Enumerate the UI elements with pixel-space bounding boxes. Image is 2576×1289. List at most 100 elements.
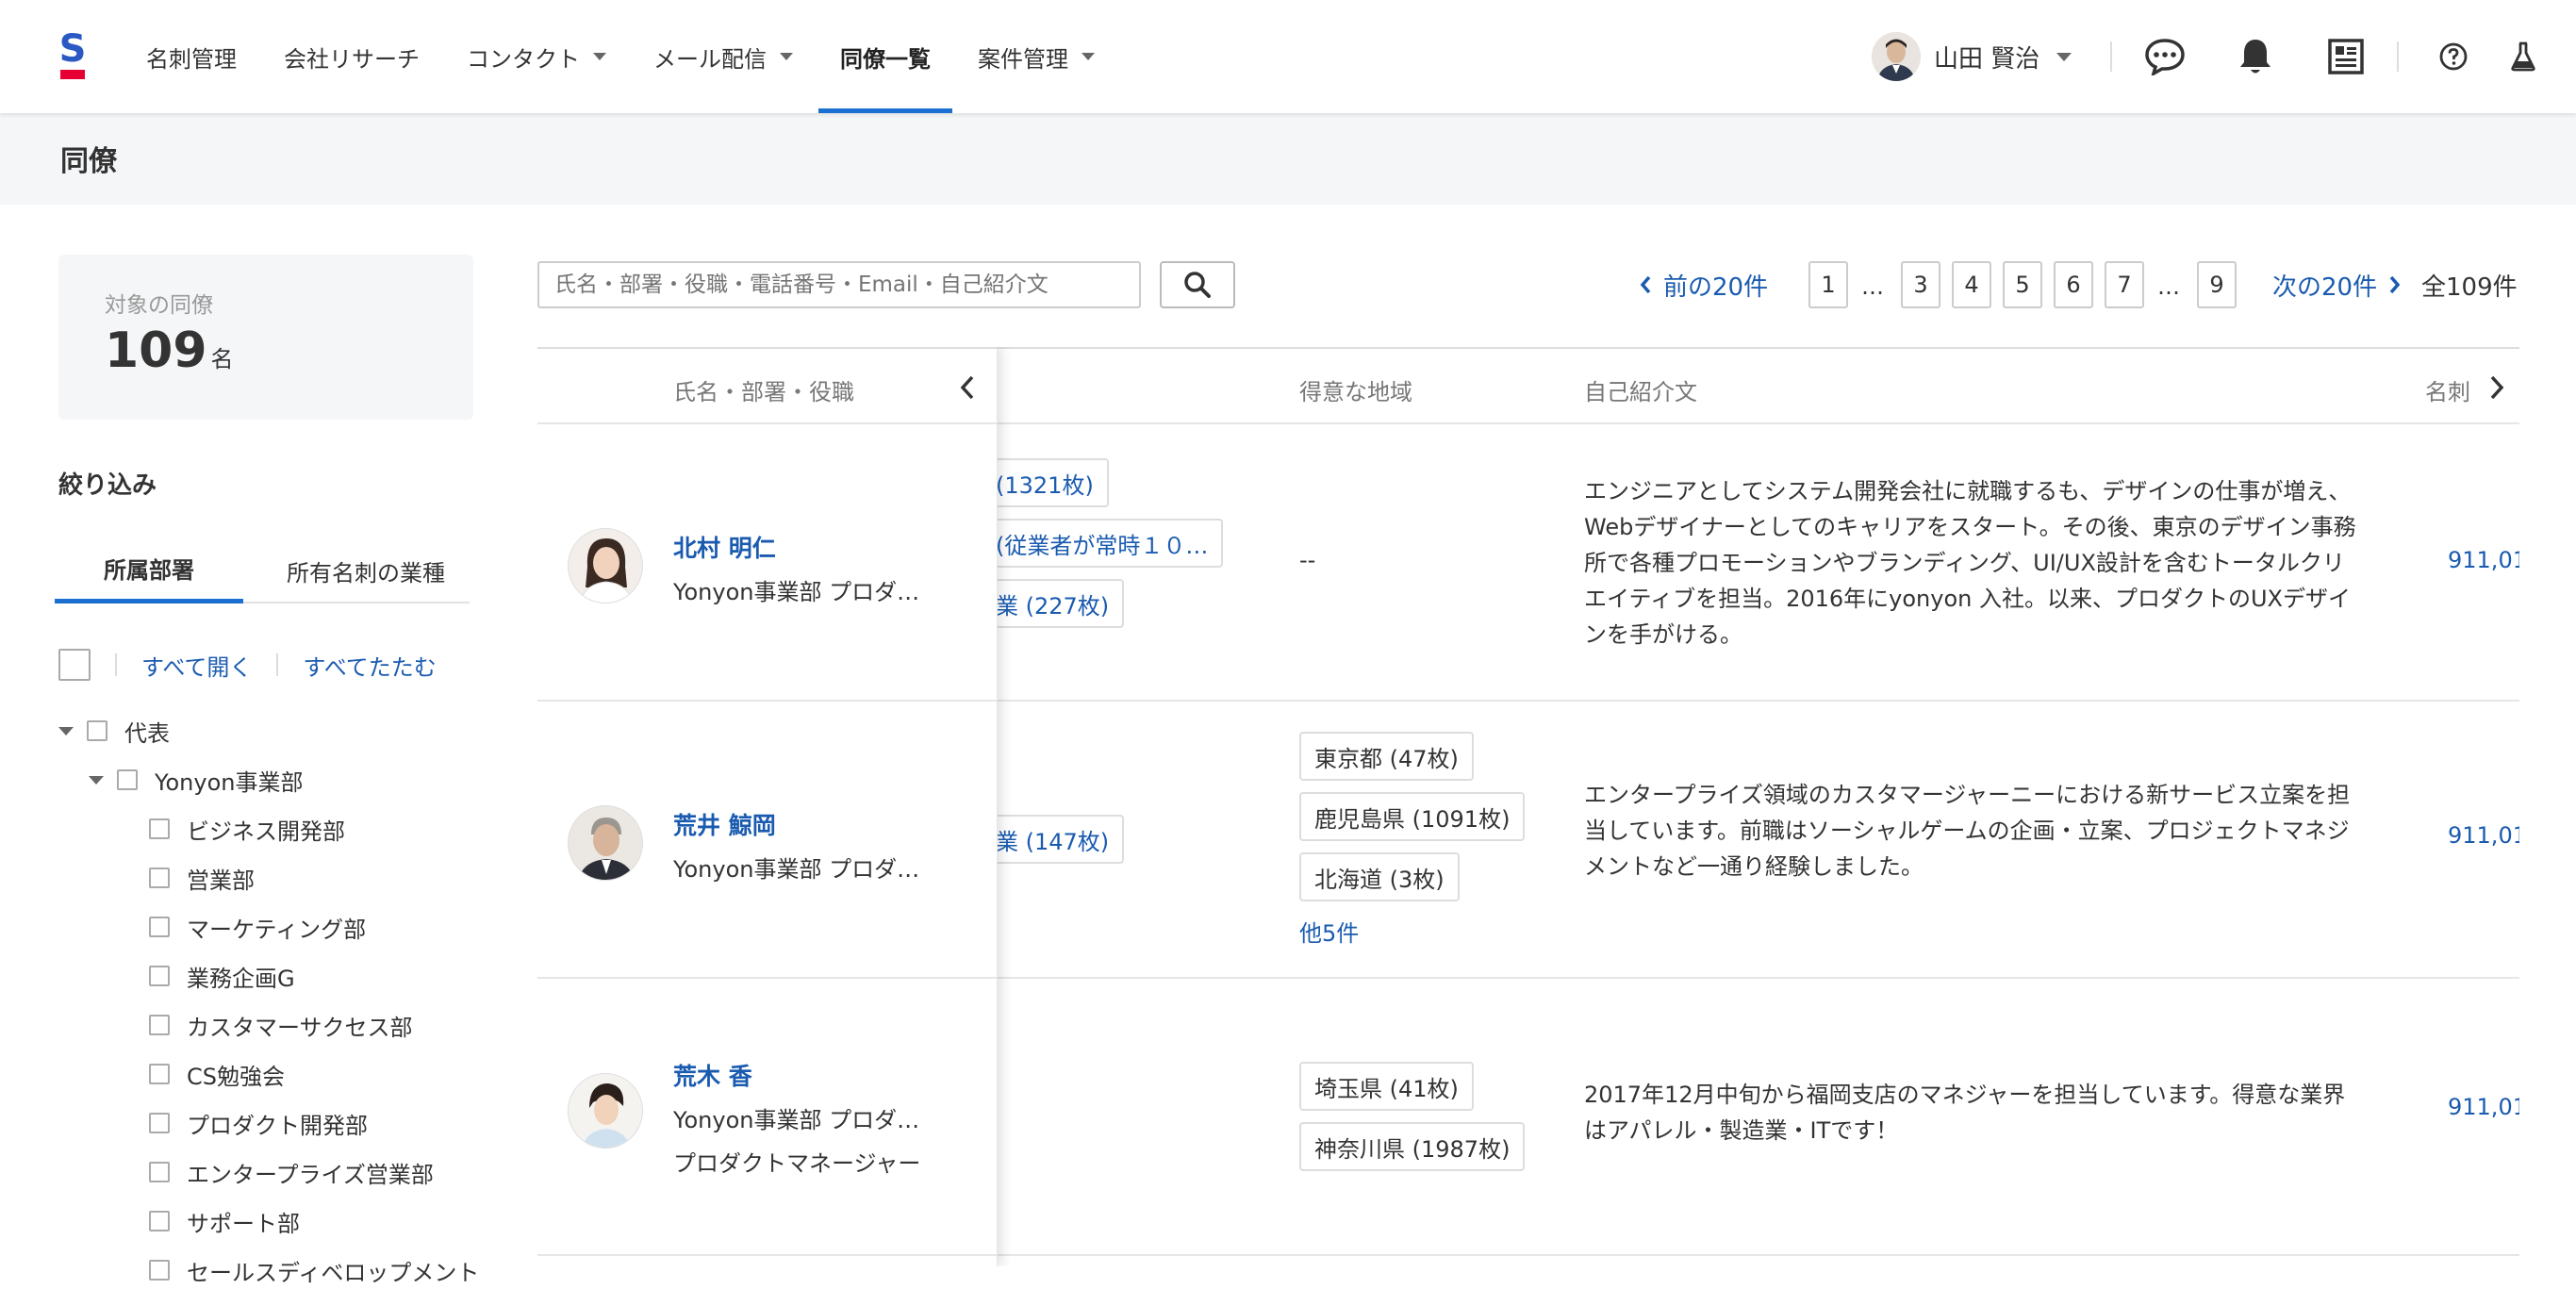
industry-tag[interactable]: (従業者が常時１０… (981, 519, 1224, 568)
name-column-sticky: 氏名・部署・役職 北村 明仁 Yonyon事業部 プロダ… 荒井 鯨岡 Yony… (537, 347, 998, 1266)
person-title: プロダクトマネージャー (673, 1150, 921, 1177)
caret-down-icon[interactable] (58, 726, 74, 735)
person-name-link[interactable]: 北村 明仁 (673, 530, 776, 564)
divider (2110, 41, 2112, 72)
page-button[interactable]: 7 (2105, 261, 2144, 308)
checkbox[interactable] (149, 917, 170, 937)
tree-item[interactable]: 代表 (58, 712, 170, 750)
news-icon[interactable] (2323, 34, 2369, 79)
chat-icon[interactable] (2142, 34, 2188, 79)
nav-item-colleagues[interactable]: 同僚一覧 (817, 0, 954, 113)
search-input[interactable] (537, 261, 1141, 308)
tree-item[interactable]: セールスディベロップメント (149, 1251, 479, 1289)
chevron-down-icon (2056, 52, 2072, 61)
page-button[interactable]: 5 (2003, 261, 2042, 308)
tree-item[interactable]: Yonyon事業部 (89, 761, 303, 799)
nav-item-card-management[interactable]: 名刺管理 (123, 0, 260, 113)
bell-icon[interactable] (2233, 34, 2278, 79)
checkbox[interactable] (117, 769, 138, 790)
checkbox[interactable] (149, 1211, 170, 1231)
more-regions-link[interactable]: 他5件 (1299, 915, 1359, 948)
chevron-left-icon (1640, 275, 1651, 294)
tree-item[interactable]: プロダクト開発部 (149, 1104, 368, 1142)
select-all-checkbox[interactable] (58, 649, 91, 681)
page-button[interactable]: 1 (1808, 261, 1848, 308)
card-count-link[interactable]: 911,01 (2448, 1094, 2519, 1120)
tree-item[interactable]: CS勉強会 (149, 1055, 285, 1093)
checkbox[interactable] (149, 1162, 170, 1182)
avatar (1872, 32, 1921, 81)
chevron-down-icon (593, 53, 606, 60)
industry-tag[interactable]: 業 (147枚) (981, 815, 1125, 864)
page-button[interactable]: 3 (1901, 261, 1940, 308)
tree-item[interactable]: サポート部 (149, 1202, 300, 1240)
prev-page-link[interactable]: 前の20件 (1639, 261, 1768, 308)
scroll-right-icon[interactable] (2487, 373, 2506, 402)
caret-down-icon[interactable] (89, 775, 104, 785)
count-label: 対象の同僚 (105, 293, 213, 318)
tree-item[interactable]: 業務企画G (149, 957, 295, 995)
app-logo[interactable]: S (57, 30, 89, 79)
checkbox[interactable] (149, 818, 170, 839)
top-navigation-bar: S 名刺管理 会社リサーチ コンタクト メール配信 同僚一覧 案件管理 山田 賢… (0, 0, 2576, 113)
person-name-link[interactable]: 荒木 香 (673, 1058, 752, 1092)
pagination-ellipsis: … (1861, 273, 1884, 300)
checkbox[interactable] (149, 1064, 170, 1084)
main-nav: 名刺管理 会社リサーチ コンタクト メール配信 同僚一覧 案件管理 (123, 0, 1118, 113)
intro-text: エンタープライズ領域のカスタマージャーニーにおける新サービス立案を担当しています… (1584, 782, 2351, 880)
chevron-down-icon (780, 53, 793, 60)
column-header-region[interactable]: 得意な地域 (1299, 373, 1412, 406)
column-header-name[interactable]: 氏名・部署・役職 (673, 373, 854, 406)
industry-tag[interactable]: (1321枚) (981, 458, 1109, 507)
pagination-ellipsis: … (2157, 273, 2180, 300)
avatar (568, 805, 643, 881)
checkbox[interactable] (149, 1113, 170, 1133)
tree-item[interactable]: ビジネス開発部 (149, 810, 345, 848)
scroll-left-icon[interactable] (958, 373, 977, 402)
column-header-intro[interactable]: 自己紹介文 (1584, 373, 1697, 406)
industry-tag[interactable]: 業 (227枚) (981, 579, 1125, 628)
region-tag[interactable]: 埼玉県 (41枚) (1299, 1062, 1474, 1111)
count-value: 109 名 (105, 322, 234, 379)
nav-item-mail-delivery[interactable]: メール配信 (630, 0, 817, 113)
avatar (568, 528, 643, 603)
checkbox[interactable] (149, 868, 170, 888)
help-icon[interactable] (2431, 34, 2476, 79)
tree-controls: すべて開く すべてたたむ (58, 649, 437, 681)
tree-item[interactable]: エンタープライズ営業部 (149, 1153, 434, 1191)
tab-department[interactable]: 所属部署 (55, 537, 243, 603)
nav-item-company-research[interactable]: 会社リサーチ (260, 0, 443, 113)
tab-industry[interactable]: 所有名刺の業種 (262, 537, 470, 603)
region-tag[interactable]: 北海道 (3枚) (1299, 852, 1460, 901)
checkbox[interactable] (149, 966, 170, 986)
chevron-right-icon (2389, 275, 2401, 294)
card-count-link[interactable]: 911,01 (2448, 547, 2519, 573)
person-name-link[interactable]: 荒井 鯨岡 (673, 807, 776, 841)
next-page-link[interactable]: 次の20件 (2272, 261, 2402, 308)
region-tag[interactable]: 東京都 (47枚) (1299, 732, 1474, 781)
checkbox[interactable] (149, 1260, 170, 1281)
page-button[interactable]: 6 (2054, 261, 2093, 308)
column-header-cards[interactable]: 名刺 (2425, 373, 2470, 406)
search-icon (1184, 272, 1211, 298)
tree-item[interactable]: カスタマーサクセス部 (149, 1006, 413, 1044)
checkbox[interactable] (149, 1015, 170, 1035)
flask-icon[interactable] (2501, 34, 2546, 79)
region-empty: -- (1299, 547, 1316, 573)
collapse-all-link[interactable]: すべてたたむ (303, 649, 436, 682)
name-cell: 荒井 鯨岡 Yonyon事業部 プロダ… (537, 702, 998, 979)
nav-item-deal-management[interactable]: 案件管理 (954, 0, 1118, 113)
expand-all-link[interactable]: すべて開く (141, 649, 252, 682)
card-count-link[interactable]: 911,01 (2448, 822, 2519, 849)
region-tag[interactable]: 鹿児島県 (1091枚) (1299, 792, 1526, 841)
nav-item-contact[interactable]: コンタクト (443, 0, 630, 113)
user-menu[interactable]: 山田 賢治 (1872, 32, 2072, 81)
tree-item[interactable]: マーケティング部 (149, 908, 366, 946)
checkbox[interactable] (87, 720, 107, 741)
page-button[interactable]: 9 (2197, 261, 2237, 308)
region-tag[interactable]: 神奈川県 (1987枚) (1299, 1122, 1526, 1171)
chevron-down-icon (1082, 53, 1095, 60)
tree-item[interactable]: 営業部 (149, 859, 255, 897)
page-button[interactable]: 4 (1952, 261, 1991, 308)
search-button[interactable] (1160, 261, 1235, 308)
